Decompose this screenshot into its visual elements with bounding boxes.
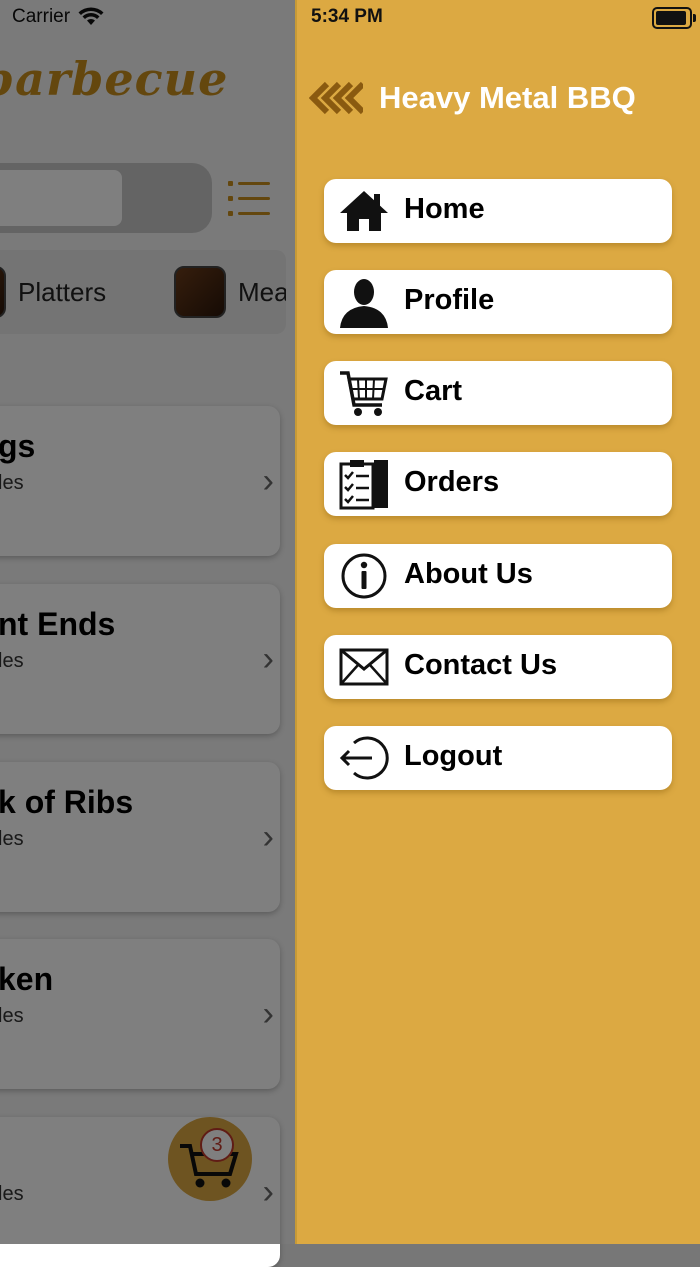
menu-item-label: Profile — [404, 284, 495, 316]
menu-item-label: Cart — [404, 375, 463, 407]
menu-item-contact-us[interactable]: Contact Us — [324, 635, 672, 699]
drawer-title: Heavy Metal BBQ — [379, 80, 636, 115]
home-icon — [340, 191, 388, 231]
side-drawer: 5:34 PM Heavy Metal BBQ Home Profile Car… — [295, 0, 700, 1244]
battery-icon — [652, 7, 696, 29]
clipboard-icon — [339, 460, 388, 510]
status-time: 5:34 PM — [311, 6, 383, 27]
menu-item-label: Home — [404, 193, 485, 225]
menu-item-about-us[interactable]: About Us — [324, 544, 672, 608]
menu-item-logout[interactable]: Logout — [324, 726, 672, 790]
menu-item-label: Contact Us — [404, 649, 558, 681]
info-icon — [341, 553, 387, 599]
person-icon — [340, 279, 388, 328]
logout-icon — [339, 736, 389, 780]
envelope-icon — [339, 648, 389, 686]
menu-item-orders[interactable]: Orders — [324, 452, 672, 516]
menu-item-label: Logout — [404, 740, 503, 772]
cart-icon — [340, 371, 388, 416]
menu-item-profile[interactable]: Profile — [324, 270, 672, 334]
back-chevrons-icon[interactable] — [309, 80, 363, 116]
menu-item-cart[interactable]: Cart — [324, 361, 672, 425]
menu-item-label: About Us — [404, 558, 533, 590]
menu-item-home[interactable]: Home — [324, 179, 672, 243]
menu-item-label: Orders — [404, 466, 500, 498]
